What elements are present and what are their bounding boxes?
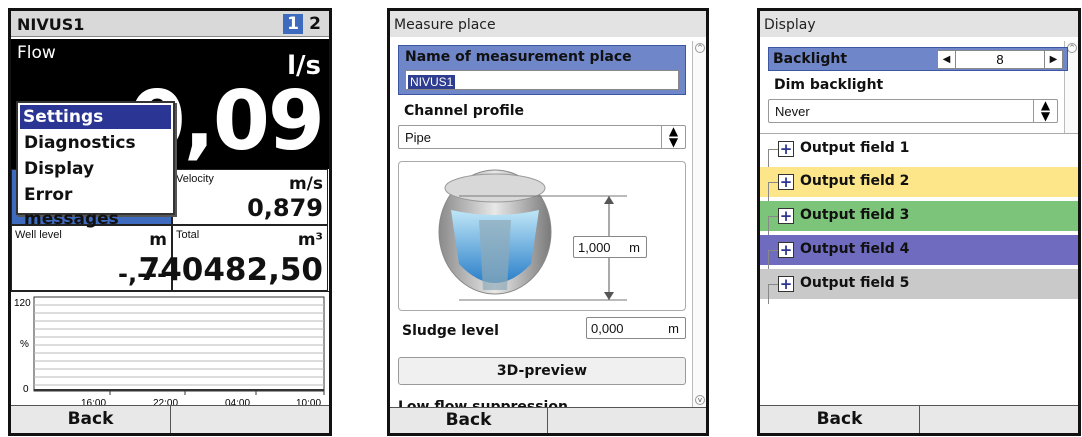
output-field-4[interactable]: + Output field 4 [760,235,1078,270]
expand-icon[interactable]: + [778,141,794,157]
total-cell: Total m³ 740482,50 [139,225,328,291]
tree-line [768,182,778,202]
tree-line [768,250,778,270]
sludge-value: 0,000 [591,321,624,336]
velocity-cell: Velocity m/s 0,879 [172,169,328,225]
main-display-screen: NIVUS1 1 2 Flow l/s 0,09 Velocity m/s 0,… [8,8,332,436]
decrease-icon[interactable]: ◀ [938,51,956,68]
output-fields: + Output field 1 + Output field 2 + Outp… [760,133,1078,304]
backlight-row[interactable]: Backlight ◀ 8 ▶ [768,47,1068,71]
name-row[interactable]: Name of measurement place NIVUS1 [398,45,686,95]
flow-label: Flow [17,43,56,63]
dim-value: Never [775,104,810,119]
screen-title: Display [764,17,816,33]
title-bar: Measure place [390,11,706,37]
back-button[interactable]: Back [11,406,171,433]
name-input[interactable]: NIVUS1 [405,70,679,90]
velocity-label: Velocity [176,173,214,185]
context-menu: Settings Diagnostics Display Error messa… [16,101,175,229]
y-min-label: 0 [23,384,29,395]
updown-icon: ▲ ▼ [661,125,685,148]
trend-graph-svg: 120 % 0 16:00 22:00 04:00 10:00 [14,296,325,409]
title-bar: NIVUS1 1 2 [11,11,329,37]
output-field-1[interactable]: + Output field 1 [760,133,1078,169]
name-label: Name of measurement place [405,49,632,65]
menu-item-settings[interactable]: Settings [20,105,171,129]
scroll-down-icon[interactable]: v [695,395,705,405]
tree-line [768,149,778,169]
velocity-value: 0,879 [247,194,323,222]
softkey-right[interactable] [921,406,1078,433]
softkey-bar: Back [11,405,329,433]
expand-icon[interactable]: + [778,174,794,190]
display-settings-screen: Display ^ Backlight ◀ 8 ▶ Dim backlight … [757,8,1081,436]
softkey-bar: Back [390,407,706,433]
output-field-label: Output field 4 [800,241,910,257]
softkey-right[interactable] [172,406,329,433]
trend-graph: 120 % 0 16:00 22:00 04:00 10:00 [11,291,329,409]
name-value: NIVUS1 [408,75,456,89]
output-field-3[interactable]: + Output field 3 [760,201,1078,236]
total-value: 740482,50 [138,252,323,288]
measure-place-screen: Measure place ^ v Name of measurement pl… [387,8,709,436]
screen-title: Measure place [394,17,496,33]
softkey-bar: Back [760,405,1078,433]
sludge-unit: m [668,321,679,336]
expand-icon[interactable]: + [778,208,794,224]
y-unit-label: % [20,339,29,350]
output-field-2[interactable]: + Output field 2 [760,167,1078,202]
back-button[interactable]: Back [390,408,548,433]
backlight-label: Backlight [773,51,848,67]
3d-preview-button[interactable]: 3D-preview [398,357,686,385]
profile-select[interactable]: Pipe ▲ ▼ [398,125,686,149]
menu-item-error-messages[interactable]: Error messages [21,183,173,229]
output-field-label: Output field 1 [800,140,910,156]
page-2-indicator[interactable]: 2 [305,14,325,34]
pipe-illustration: 1,000 m [398,161,686,311]
menu-item-diagnostics[interactable]: Diagnostics [21,131,136,155]
profile-value: Pipe [405,130,432,145]
sludge-label: Sludge level [402,323,499,339]
output-field-label: Output field 5 [800,275,910,291]
output-field-label: Output field 2 [800,173,910,189]
y-max-label: 120 [14,298,31,309]
menu-item-display[interactable]: Display [21,157,94,181]
backlight-stepper[interactable]: ◀ 8 ▶ [937,50,1063,69]
increase-icon[interactable]: ▶ [1044,51,1062,68]
backlight-value: 8 [996,52,1004,67]
tree-line [768,216,778,236]
velocity-unit: m/s [288,174,323,194]
expand-icon[interactable]: + [778,242,794,258]
total-label: Total [176,229,200,241]
scrollbar[interactable]: ^ v [692,41,706,407]
tree-line [768,284,778,304]
well-level-unit: m [149,230,167,250]
updown-icon: ▲ ▼ [1033,99,1057,122]
back-button[interactable]: Back [760,406,920,433]
diameter-value: 1,000 [578,240,611,255]
sludge-input[interactable]: 0,000 m [586,317,686,339]
dim-label: Dim backlight [774,77,884,93]
dim-select[interactable]: Never ▲ ▼ [768,99,1058,123]
output-field-label: Output field 3 [800,207,910,223]
softkey-right[interactable] [549,408,706,433]
device-name: NIVUS1 [17,15,85,34]
scroll-up-icon[interactable]: ^ [695,43,705,53]
diameter-input[interactable]: 1,000 m [573,236,647,258]
total-unit: m³ [297,230,323,250]
page-1-indicator[interactable]: 1 [283,14,303,34]
output-field-5[interactable]: + Output field 5 [760,269,1078,304]
title-bar: Display [760,11,1078,37]
profile-label: Channel profile [404,103,525,119]
scroll-up-icon[interactable]: ^ [1067,43,1077,53]
expand-icon[interactable]: + [778,276,794,292]
diameter-unit: m [629,240,640,255]
